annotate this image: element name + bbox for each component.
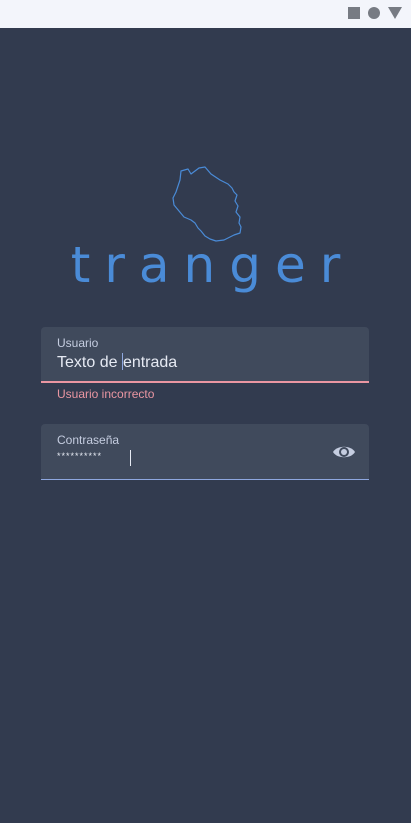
username-field[interactable]: Usuario Texto de entrada (41, 327, 369, 383)
dropdown-triangle-icon (388, 7, 402, 19)
status-bar-icons (348, 7, 402, 19)
app-wordmark: tranger (70, 236, 355, 294)
eye-icon[interactable] (332, 442, 356, 462)
username-value-start: Texto de (57, 354, 122, 371)
tanzania-map-outline-icon (172, 166, 242, 242)
status-bar (0, 0, 411, 28)
username-value-end: entrada (122, 354, 178, 371)
username-error-message: Usuario incorrecto (57, 387, 155, 401)
stop-square-icon (348, 7, 360, 19)
password-input[interactable]: ********** (57, 451, 102, 461)
text-caret (130, 450, 131, 466)
password-label: Contraseña (57, 433, 120, 447)
username-label: Usuario (57, 336, 99, 350)
password-field[interactable]: Contraseña ********** (41, 424, 369, 480)
record-circle-icon (368, 7, 380, 19)
username-input[interactable]: Texto de entrada (57, 353, 177, 372)
